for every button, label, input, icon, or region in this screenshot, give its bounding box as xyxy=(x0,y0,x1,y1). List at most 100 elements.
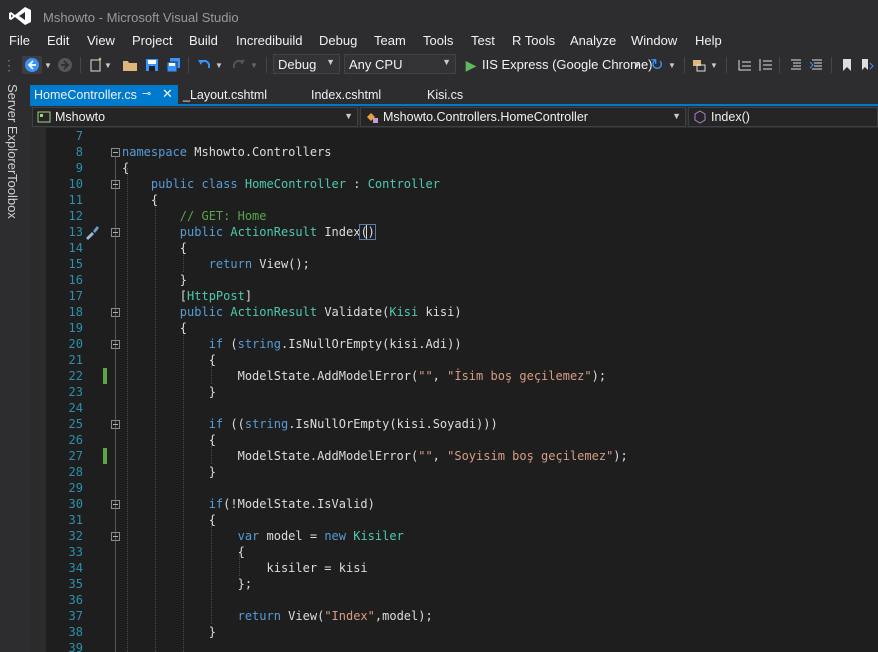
tab-kisi-cs[interactable]: Kisi.cs xyxy=(420,85,490,105)
code-line: 38 } xyxy=(30,624,878,640)
code-text: { xyxy=(122,161,130,175)
uncomment-icon[interactable] xyxy=(808,56,826,74)
toolbox-tab[interactable]: Toolbox xyxy=(5,174,20,219)
code-text: } xyxy=(208,625,216,639)
solution-platform-dropdown[interactable]: Any CPU ▼ xyxy=(344,54,456,74)
undo-icon[interactable] xyxy=(195,56,213,74)
chevron-down-icon[interactable]: ▼ xyxy=(250,56,258,74)
code-line: 16 } xyxy=(30,272,878,288)
chevron-down-icon[interactable]: ▼ xyxy=(215,56,223,74)
save-all-icon[interactable] xyxy=(165,56,183,74)
tab-layout-cshtml[interactable]: _Layout.cshtml xyxy=(178,85,293,105)
step-over-icon[interactable] xyxy=(757,56,775,74)
code-line: 18 public ActionResult Validate(Kisi kis… xyxy=(30,304,878,320)
code-text: return View(); xyxy=(208,257,310,271)
tab-label: _Layout.cshtml xyxy=(183,88,268,102)
code-text: } xyxy=(208,465,216,479)
toolbar-separator xyxy=(684,57,685,73)
project-dropdown[interactable]: Mshowto ▼ xyxy=(32,107,358,127)
navigate-back-icon[interactable] xyxy=(22,56,42,74)
project-name: Mshowto xyxy=(55,110,106,124)
chevron-down-icon[interactable]: ▼ xyxy=(710,56,718,74)
line-number: 8 xyxy=(75,145,83,159)
new-project-icon[interactable] xyxy=(87,56,105,74)
collapse-toggle[interactable] xyxy=(111,340,120,349)
open-folder-icon[interactable] xyxy=(121,56,139,74)
bookmark-icon[interactable] xyxy=(838,56,856,74)
line-number: 37 xyxy=(68,609,83,623)
type-dropdown[interactable]: Mshowto.Controllers.HomeController ▼ xyxy=(360,107,686,127)
line-number: 17 xyxy=(68,289,83,303)
code-line: 37 return View("Index",model); xyxy=(30,608,878,624)
line-number: 27 xyxy=(68,449,83,463)
line-number: 18 xyxy=(68,305,83,319)
menu-view[interactable]: View xyxy=(87,33,115,48)
solution-configuration-dropdown[interactable]: Debug ▼ xyxy=(273,54,340,74)
code-line: 21 { xyxy=(30,352,878,368)
menu-window[interactable]: Window xyxy=(631,33,677,48)
next-bookmark-icon[interactable] xyxy=(858,56,876,74)
line-number: 24 xyxy=(68,401,83,415)
menu-bar: File Edit View Project Build Incredibuil… xyxy=(0,31,878,51)
chevron-down-icon[interactable]: ▼ xyxy=(44,56,52,74)
line-number: 7 xyxy=(75,129,83,143)
line-number: 23 xyxy=(68,385,83,399)
collapse-toggle[interactable] xyxy=(111,228,120,237)
code-line: 35 }; xyxy=(30,576,878,592)
saved-change-marker xyxy=(103,448,107,464)
refresh-icon[interactable]: ↻ xyxy=(648,56,666,74)
chevron-down-icon[interactable]: ▼ xyxy=(633,56,641,74)
save-icon[interactable] xyxy=(143,56,161,74)
collapse-toggle[interactable] xyxy=(111,180,120,189)
menu-build[interactable]: Build xyxy=(189,33,218,48)
tab-label: HomeController.cs xyxy=(34,88,137,102)
method-icon xyxy=(694,110,706,124)
run-target-label[interactable]: IIS Express (Google Chrome) xyxy=(482,57,653,72)
start-debugging-icon[interactable]: ▶ xyxy=(462,56,480,74)
menu-debug[interactable]: Debug xyxy=(319,33,357,48)
menu-help[interactable]: Help xyxy=(695,33,722,48)
line-number: 31 xyxy=(68,513,83,527)
pin-icon[interactable]: ⊸ xyxy=(142,87,151,100)
code-text: { xyxy=(150,193,159,207)
menu-project[interactable]: Project xyxy=(132,33,172,48)
menu-tools[interactable]: Tools xyxy=(423,33,453,48)
menu-team[interactable]: Team xyxy=(374,33,406,48)
menu-edit[interactable]: Edit xyxy=(47,33,69,48)
redo-icon[interactable] xyxy=(230,56,248,74)
tab-homecontroller-cs[interactable]: HomeController.cs ⊸ ✕ xyxy=(30,85,178,105)
member-dropdown[interactable]: Index() xyxy=(688,107,878,127)
code-text: ModelState.AddModelError("", "İsim boş g… xyxy=(237,369,607,383)
menu-test[interactable]: Test xyxy=(471,33,495,48)
menu-incredibuild[interactable]: Incredibuild xyxy=(236,33,303,48)
menu-r-tools[interactable]: R Tools xyxy=(512,33,555,48)
menu-analyze[interactable]: Analyze xyxy=(570,33,616,48)
tab-index-cshtml[interactable]: Index.cshtml xyxy=(305,85,405,105)
collapse-toggle[interactable] xyxy=(111,420,120,429)
chevron-down-icon[interactable]: ▼ xyxy=(668,56,676,74)
line-number: 26 xyxy=(68,433,83,447)
code-text: { xyxy=(208,433,216,447)
saved-change-marker xyxy=(103,368,107,384)
code-editor[interactable]: 7 8 namespace Mshowto.Controllers 9 { 10… xyxy=(30,128,878,652)
chevron-down-icon[interactable]: ▼ xyxy=(104,56,112,74)
code-text: { xyxy=(179,321,188,335)
code-line: 29 xyxy=(30,480,878,496)
line-number: 13 xyxy=(68,225,83,239)
collapse-toggle[interactable] xyxy=(111,308,120,317)
collapse-toggle[interactable] xyxy=(111,148,120,157)
navigate-forward-icon[interactable] xyxy=(56,56,74,74)
collapse-toggle[interactable] xyxy=(111,500,120,509)
comment-out-icon[interactable] xyxy=(787,56,805,74)
member-name: Index() xyxy=(711,110,750,124)
code-text: namespace Mshowto.Controllers xyxy=(122,145,332,159)
server-explorer-tab[interactable]: Server Explorer xyxy=(5,84,20,174)
close-icon[interactable]: ✕ xyxy=(162,86,173,102)
step-into-icon[interactable] xyxy=(736,56,754,74)
document-tab-bar: HomeController.cs ⊸ ✕ _Layout.cshtml Ind… xyxy=(30,85,878,105)
browser-link-icon[interactable] xyxy=(690,56,708,74)
code-text: kisiler = kisi xyxy=(266,561,368,575)
menu-file[interactable]: File xyxy=(9,33,30,48)
code-text: { xyxy=(237,545,245,559)
collapse-toggle[interactable] xyxy=(111,532,120,541)
